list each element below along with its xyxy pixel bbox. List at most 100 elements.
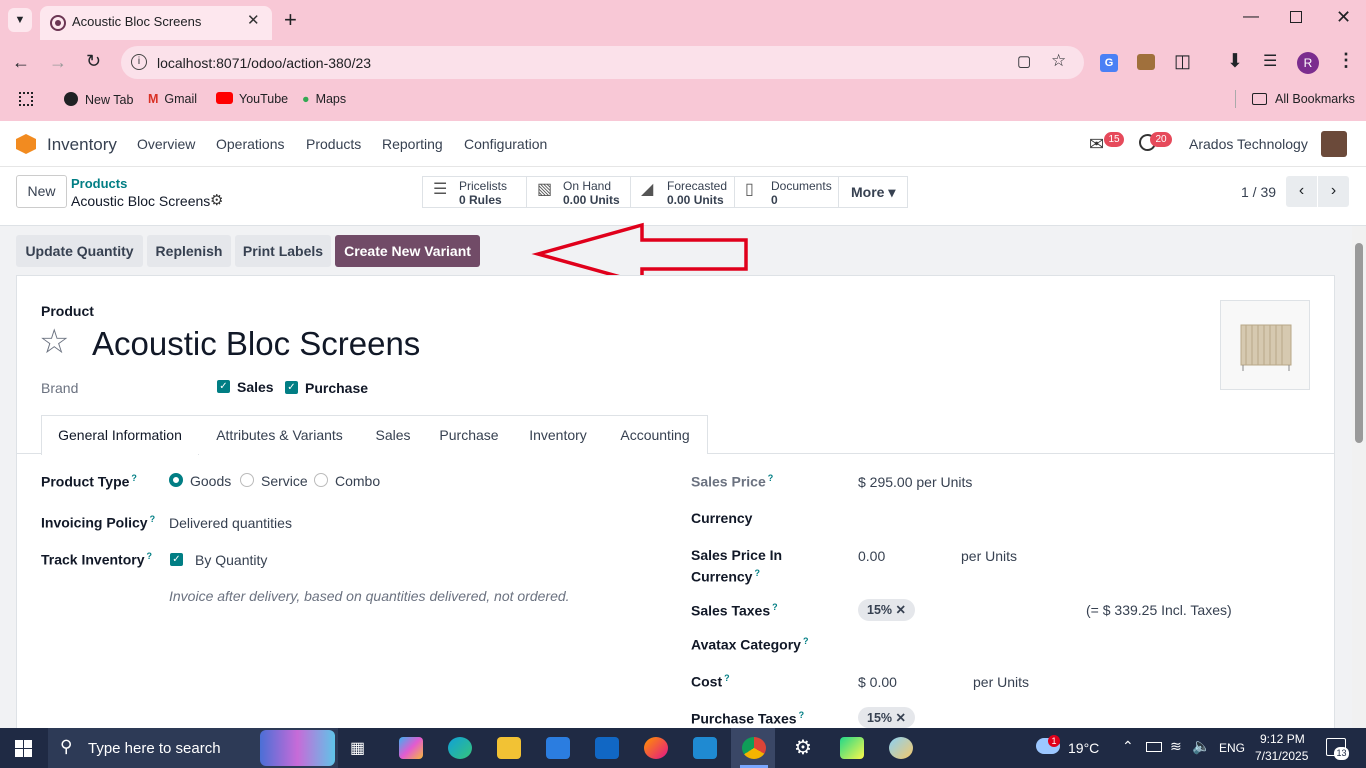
- tab-inventory[interactable]: Inventory: [513, 415, 604, 454]
- pager-value[interactable]: 1 / 39: [1241, 184, 1276, 200]
- track-inventory-checkbox[interactable]: ✓: [170, 553, 183, 566]
- sales-price-field[interactable]: $ 295.00 per Units: [858, 474, 972, 490]
- track-inventory-value[interactable]: By Quantity: [195, 552, 267, 568]
- new-button[interactable]: New: [16, 175, 67, 208]
- language-indicator[interactable]: ENG: [1219, 741, 1245, 755]
- app-name[interactable]: Inventory: [47, 135, 117, 155]
- purchase-checkbox[interactable]: ✓: [285, 381, 298, 394]
- create-new-variant-button[interactable]: Create New Variant: [335, 235, 480, 267]
- downloads-icon[interactable]: ⬇: [1227, 50, 1243, 73]
- menu-operations[interactable]: Operations: [216, 136, 284, 152]
- file-explorer-icon[interactable]: [497, 737, 521, 759]
- bookmark-star-icon[interactable]: ☆: [1051, 51, 1066, 71]
- volume-icon[interactable]: 🔈: [1192, 737, 1211, 755]
- vscode-icon[interactable]: [693, 737, 717, 759]
- store-icon[interactable]: [546, 737, 570, 759]
- replenish-button[interactable]: Replenish: [147, 235, 231, 267]
- edge-icon[interactable]: [448, 737, 472, 759]
- invoicing-policy-field[interactable]: Delivered quantities: [169, 515, 292, 531]
- bookmark-gmail[interactable]: M Gmail: [148, 92, 197, 106]
- extension-icon[interactable]: [1137, 54, 1155, 70]
- clock-date[interactable]: 7/31/2025: [1255, 749, 1308, 763]
- firefox-icon[interactable]: [644, 737, 668, 759]
- new-tab-button[interactable]: +: [284, 7, 297, 33]
- forward-icon[interactable]: →: [49, 52, 67, 73]
- breadcrumb-products[interactable]: Products: [71, 176, 127, 191]
- outlook-icon[interactable]: [595, 737, 619, 759]
- stat-pricelists[interactable]: ☰ Pricelists 0 Rules: [422, 176, 527, 208]
- install-app-icon[interactable]: ▢: [1017, 52, 1031, 70]
- product-image[interactable]: [1220, 300, 1310, 390]
- radio-service[interactable]: [240, 473, 254, 487]
- apps-grid-icon[interactable]: [19, 92, 33, 106]
- menu-overview[interactable]: Overview: [137, 136, 195, 152]
- tab-attributes-variants[interactable]: Attributes & Variants: [198, 415, 362, 454]
- cost-field[interactable]: $ 0.00: [858, 674, 897, 690]
- tab-purchase[interactable]: Purchase: [425, 415, 514, 454]
- close-window-icon[interactable]: ✕: [1336, 7, 1351, 28]
- more-dropdown[interactable]: More ▾: [838, 176, 908, 208]
- settings-gear-icon[interactable]: ⚙: [210, 191, 223, 209]
- bookmark-youtube[interactable]: YouTube: [216, 92, 288, 106]
- remove-tag-icon[interactable]: ✕: [896, 711, 906, 725]
- menu-reporting[interactable]: Reporting: [382, 136, 443, 152]
- clock-time[interactable]: 9:12 PM: [1260, 732, 1305, 746]
- copilot-icon[interactable]: [399, 737, 423, 759]
- brand-field[interactable]: Brand: [41, 380, 78, 396]
- pager-prev-button[interactable]: ‹: [1286, 176, 1317, 207]
- all-bookmarks[interactable]: All Bookmarks: [1252, 92, 1355, 106]
- reload-icon[interactable]: ↻: [86, 51, 101, 72]
- address-bar[interactable]: i localhost:8071/odoo/action-380/23 ▢ ☆: [121, 46, 1084, 79]
- company-name[interactable]: Arados Technology: [1189, 136, 1308, 152]
- bookmark-maps[interactable]: ● Maps: [302, 92, 346, 106]
- sales-checkbox[interactable]: ✓: [217, 380, 230, 393]
- browser-tab[interactable]: Acoustic Bloc Screens ✕: [40, 6, 272, 40]
- bookmark-new-tab[interactable]: New Tab: [64, 92, 133, 107]
- pager-next-button[interactable]: ›: [1318, 176, 1349, 207]
- stat-on-hand[interactable]: ▧ On Hand 0.00 Units: [526, 176, 631, 208]
- radio-goods[interactable]: [169, 473, 183, 487]
- stat-documents[interactable]: ▯ Documents 0: [734, 176, 839, 208]
- battery-icon[interactable]: [1146, 742, 1162, 752]
- task-view-icon[interactable]: ▦: [350, 738, 365, 758]
- purchase-tax-tag[interactable]: 15% ✕: [858, 707, 915, 728]
- track-inventory-label: Track Inventory?: [41, 551, 152, 568]
- settings-gear-taskbar-icon[interactable]: ⚙: [791, 737, 815, 759]
- chrome-icon[interactable]: [742, 737, 766, 759]
- back-icon[interactable]: ←: [12, 52, 30, 73]
- windows-start-icon[interactable]: [15, 740, 32, 757]
- show-hidden-icons-icon[interactable]: ⌃: [1122, 738, 1134, 755]
- profile-avatar[interactable]: R: [1297, 52, 1319, 74]
- media-controls-icon[interactable]: ☰: [1263, 51, 1277, 71]
- chat-badge: 15: [1104, 132, 1124, 147]
- sales-price-currency-field[interactable]: 0.00: [858, 548, 885, 564]
- stat-forecasted[interactable]: ◢ Forecasted 0.00 Units: [630, 176, 735, 208]
- restore-icon[interactable]: [1290, 11, 1302, 23]
- tab-accounting[interactable]: Accounting: [603, 415, 708, 454]
- tab-sales[interactable]: Sales: [361, 415, 426, 454]
- extensions-puzzle-icon[interactable]: ◫: [1174, 51, 1191, 72]
- menu-configuration[interactable]: Configuration: [464, 136, 547, 152]
- translate-extension-icon[interactable]: G: [1100, 54, 1118, 72]
- update-quantity-button[interactable]: Update Quantity: [16, 235, 143, 267]
- product-name-field[interactable]: Acoustic Bloc Screens: [92, 325, 420, 363]
- scrollbar-thumb[interactable]: [1355, 243, 1363, 443]
- print-labels-button[interactable]: Print Labels: [235, 235, 331, 267]
- user-avatar[interactable]: [1321, 131, 1347, 157]
- temperature[interactable]: 19°C: [1068, 740, 1099, 756]
- pycharm-icon[interactable]: [840, 737, 864, 759]
- sales-tax-tag[interactable]: 15% ✕: [858, 599, 915, 621]
- minimize-icon[interactable]: —: [1243, 8, 1259, 26]
- paint-icon[interactable]: [889, 737, 913, 759]
- favorite-star-icon[interactable]: ☆: [39, 322, 69, 362]
- radio-combo[interactable]: [314, 473, 328, 487]
- menu-products[interactable]: Products: [306, 136, 361, 152]
- chrome-menu-icon[interactable]: ⋮: [1337, 50, 1355, 71]
- wifi-icon[interactable]: ≋: [1170, 738, 1182, 755]
- site-info-icon[interactable]: i: [131, 54, 147, 70]
- tab-general-information[interactable]: General Information: [41, 415, 199, 455]
- tab-search-button[interactable]: ▼: [8, 8, 32, 32]
- remove-tag-icon[interactable]: ✕: [896, 603, 906, 617]
- discuss-chat-icon[interactable]: ✉: [1089, 134, 1104, 155]
- close-tab-icon[interactable]: ✕: [247, 11, 260, 29]
